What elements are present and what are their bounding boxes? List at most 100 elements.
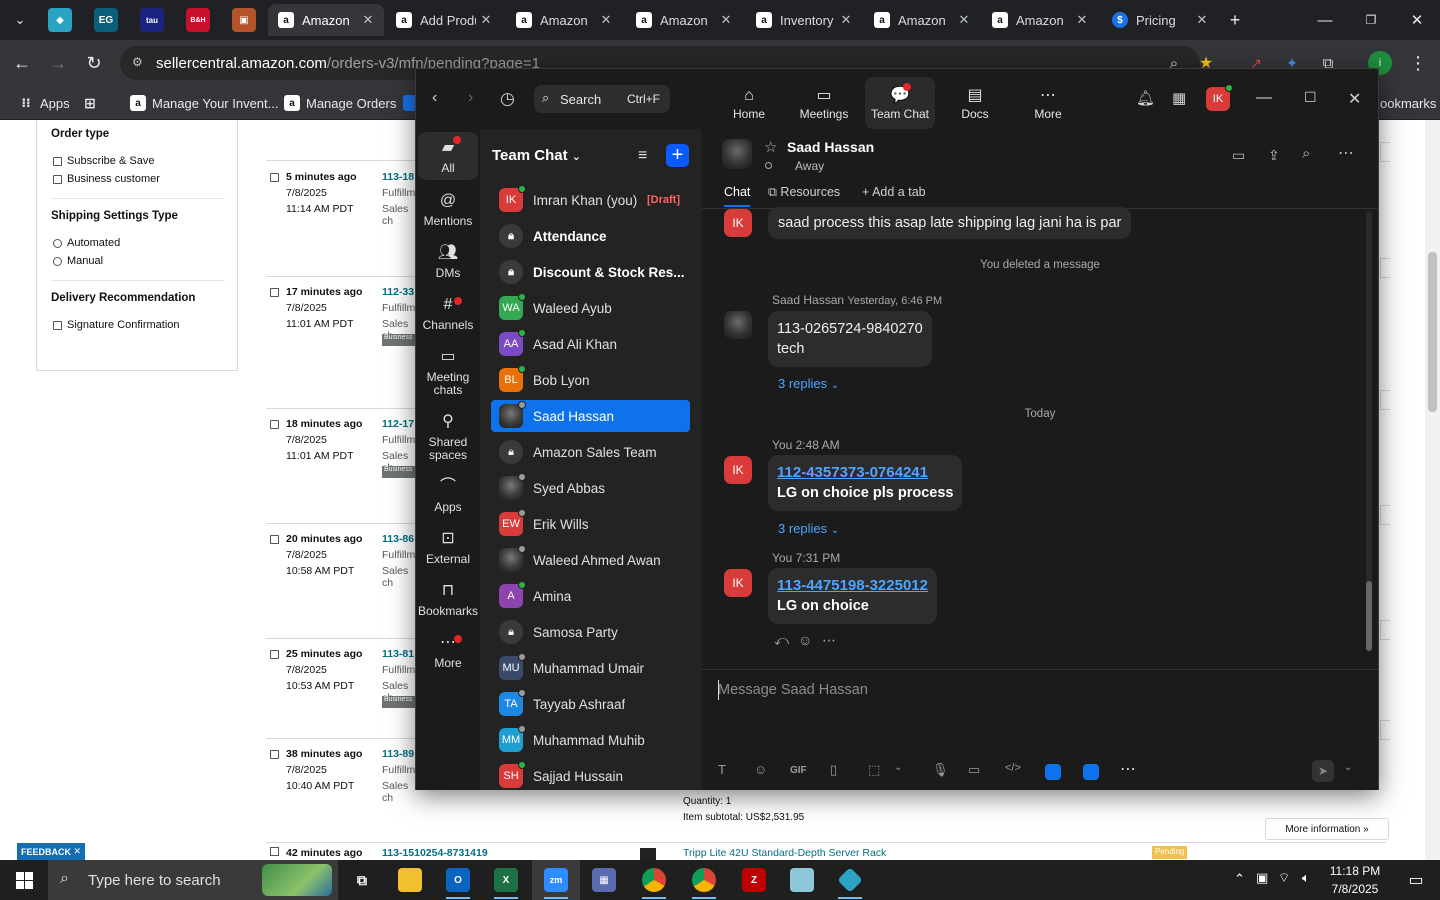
emoji-reaction-icon[interactable]: ☺ <box>798 632 812 648</box>
product-thumbnail[interactable] <box>640 848 656 860</box>
app-icon[interactable] <box>778 860 826 900</box>
chat-list-item[interactable]: BL Bob Lyon <box>491 364 690 396</box>
order-id-link[interactable]: 113-18 <box>382 171 414 183</box>
emoji-icon[interactable]: ☺ <box>754 762 767 777</box>
more-information-button[interactable]: More information » <box>1265 818 1389 840</box>
message-bubble[interactable]: 113-0265724-9840270 tech <box>768 311 932 367</box>
code-snippet-icon[interactable]: </> <box>1005 762 1021 774</box>
filter-signature-confirmation[interactable]: Signature Confirmation <box>53 319 180 331</box>
chat-scrollbar-thumb[interactable] <box>1366 581 1372 651</box>
zoom-close-icon[interactable]: ✕ <box>1348 89 1361 109</box>
order-id-link[interactable]: 112-33 <box>382 286 414 298</box>
close-tab-icon[interactable]: ✕ <box>476 12 496 28</box>
calculator-icon[interactable]: ▦ <box>580 860 628 900</box>
more-dots-icon[interactable]: ⋯ <box>1120 759 1136 779</box>
filter-icon[interactable]: ≡ <box>638 147 647 165</box>
restore-icon[interactable]: ❐ <box>1348 0 1394 40</box>
new-tab-plus-icon[interactable]: + <box>1221 6 1249 34</box>
chevron-down-icon[interactable]: ⌄ <box>1344 762 1352 773</box>
taskbar-search-box[interactable]: ⌕ Type here to search <box>48 860 338 900</box>
zoom-nav-home[interactable]: ⌂ Home <box>714 69 784 129</box>
chat-list-item[interactable]: WA Waleed Ayub <box>491 292 690 324</box>
pinned-tab-eg[interactable]: EG <box>94 8 118 32</box>
zoom-app-icon[interactable]: zm <box>532 860 580 900</box>
file-explorer-icon[interactable] <box>386 860 434 900</box>
tab-add-a-tab[interactable]: + Add a tab <box>862 185 926 199</box>
rail-all[interactable]: ▰ All <box>418 132 478 180</box>
more-options-icon[interactable]: ⋯ <box>1338 143 1354 163</box>
task-view-icon[interactable]: ⧉ <box>338 860 386 900</box>
avatar[interactable]: IK <box>724 569 752 597</box>
close-tab-icon[interactable]: ✕ <box>954 12 974 28</box>
message-bubble[interactable]: saad process this asap late shipping lag… <box>768 207 1132 239</box>
pinned-tab-bh[interactable]: B&H <box>186 8 210 32</box>
order-id-link[interactable]: 113-89 <box>382 748 414 760</box>
message-bubble[interactable]: 113-4475198-3225012 LG on choice <box>768 568 937 624</box>
rail-channels[interactable]: # Channels <box>418 295 478 332</box>
chat-list-item[interactable]: A Amina <box>491 580 690 612</box>
zoom-back-icon[interactable]: ‹ <box>432 89 437 107</box>
chat-list-item[interactable]: IK Imran Khan (you) [Draft] <box>491 184 690 216</box>
tab-search-icon[interactable]: ⌄ <box>6 6 34 34</box>
text-format-icon[interactable]: T <box>718 762 726 777</box>
pinned-tab-tau[interactable]: tau <box>140 8 164 32</box>
bookmark-apps[interactable]: ⁝⁝ Apps <box>18 93 69 113</box>
chat-list-item[interactable]: AA Asad Ali Khan <box>491 328 690 360</box>
avatar[interactable]: IK <box>724 456 752 484</box>
order-id-link[interactable]: 113-81 <box>382 648 414 660</box>
order-link[interactable]: 112-4357373-0764241 <box>777 464 928 481</box>
new-chat-plus-icon[interactable]: + <box>666 144 689 167</box>
bookmark-manage-orders[interactable]: a Manage Orders <box>284 93 396 113</box>
zoom-search-box[interactable]: ⌕ Search Ctrl+F <box>534 85 670 113</box>
video-message-icon[interactable]: ▭ <box>968 762 980 778</box>
chat-list-title[interactable]: Team Chat ⌄ <box>492 147 581 164</box>
microphone-icon[interactable]: 🎙︎ <box>932 762 949 778</box>
video-call-icon[interactable]: ▭ <box>1232 147 1245 164</box>
rail-shared-spaces[interactable]: ⚲ Shared spaces <box>418 412 478 462</box>
chat-list-item[interactable]: MM Muhammad Muhib <box>491 724 690 756</box>
browser-tab-amazon-5[interactable]: a Amazon ✕ <box>982 4 1098 36</box>
rail-apps[interactable]: ⌒ Apps <box>418 477 478 514</box>
zoom-nav-meetings[interactable]: ▭ Meetings <box>789 69 859 129</box>
zoom-nav-docs[interactable]: ▤ Docs <box>940 69 1010 129</box>
chat-list-item[interactable]: 🔒︎ Amazon Sales Team <box>491 436 690 468</box>
calendar-icon[interactable]: ▦ <box>1172 89 1186 107</box>
message-composer[interactable]: Message Saad Hassan T ☺ GIF ▯ ⬚ ⌄ 🎙︎ ▭ <… <box>702 669 1378 790</box>
contact-avatar[interactable] <box>722 139 752 169</box>
star-icon[interactable]: ☆ <box>764 138 777 156</box>
order-checkbox[interactable] <box>270 535 279 544</box>
chevron-down-icon[interactable]: ⌄ <box>894 762 902 773</box>
avatar[interactable]: IK <box>724 209 752 237</box>
back-arrow-icon[interactable]: ← <box>8 49 36 77</box>
tab-groups-icon[interactable]: ⊞ <box>82 93 104 113</box>
minimize-icon[interactable]: — <box>1302 0 1348 40</box>
rail-dms[interactable]: 👥︎ DMs <box>418 243 478 280</box>
all-bookmarks[interactable]: ookmarks <box>1380 93 1436 113</box>
chat-list-item[interactable]: Saad Hassan <box>491 400 690 432</box>
browser-tab-amazon-2[interactable]: a Amazon ✕ <box>506 4 622 36</box>
close-tab-icon[interactable]: ✕ <box>716 12 736 28</box>
order-checkbox[interactable] <box>270 750 279 759</box>
order-id-link[interactable]: 112-17 <box>382 418 414 430</box>
zoom-user-avatar[interactable]: IK <box>1206 84 1233 111</box>
order-id-link[interactable]: 113-86 <box>382 533 414 545</box>
notification-center-icon[interactable]: ▭ <box>1392 860 1440 900</box>
rail-mentions[interactable]: @ Mentions <box>418 191 478 228</box>
bookmark-manage-inventory[interactable]: a Manage Your Invent... <box>130 93 278 113</box>
page-scrollbar[interactable] <box>1425 120 1440 860</box>
network-icon[interactable]: ▣ <box>1256 870 1268 886</box>
taskbar-clock[interactable]: 11:18 PM 7/8/2025 <box>1320 862 1390 898</box>
chat-list-item[interactable]: Syed Abbas <box>491 472 690 504</box>
chrome-icon[interactable] <box>630 860 678 900</box>
chat-scrollbar[interactable] <box>1366 211 1372 651</box>
close-tab-icon[interactable]: ✕ <box>596 12 616 28</box>
contact-name[interactable]: Saad Hassan <box>787 139 874 155</box>
browser-tab-inventory[interactable]: a Inventory ✕ <box>746 4 862 36</box>
volume-icon[interactable]: 🔈︎ <box>1302 870 1310 886</box>
app-icon-diamond[interactable] <box>826 860 874 900</box>
tab-resources[interactable]: ⧉ Resources <box>768 185 840 200</box>
order-checkbox[interactable] <box>270 173 279 182</box>
zoom-history-icon[interactable]: ◷ <box>500 89 515 109</box>
order-checkbox[interactable] <box>270 288 279 297</box>
outlook-icon[interactable]: O <box>434 860 482 900</box>
